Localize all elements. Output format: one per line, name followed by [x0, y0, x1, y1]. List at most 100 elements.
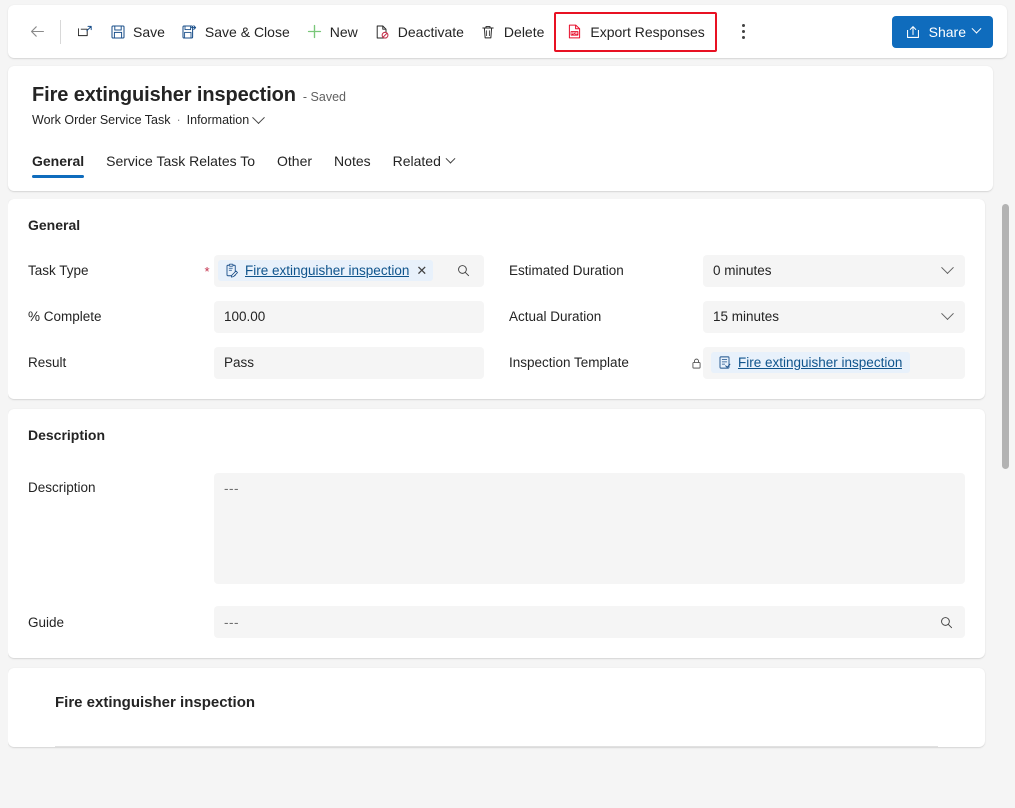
- description-textarea[interactable]: ---: [214, 473, 965, 584]
- tab-other[interactable]: Other: [277, 153, 312, 178]
- field-guide: Guide ---: [28, 606, 965, 638]
- actual-duration-select[interactable]: 15 minutes: [703, 301, 965, 333]
- share-icon: [905, 23, 922, 40]
- inspection-template-value[interactable]: Fire extinguisher inspection: [738, 355, 902, 370]
- estimated-duration-select[interactable]: 0 minutes: [703, 255, 965, 287]
- chevron-down-icon[interactable]: [933, 257, 961, 285]
- guide-search-icon[interactable]: [933, 609, 959, 635]
- percent-complete-label: % Complete: [28, 308, 102, 324]
- page-title: Fire extinguisher inspection: [32, 84, 296, 106]
- open-in-new-window-button[interactable]: [70, 15, 101, 49]
- toolbar-divider: [60, 19, 61, 44]
- field-inspection-template: Inspection Template Fire extinguisher in…: [509, 347, 965, 379]
- form-scrollbar-thumb[interactable]: [1002, 204, 1009, 469]
- task-type-lookup[interactable]: Fire extinguisher inspection ✕: [214, 255, 484, 287]
- trash-icon: [480, 23, 497, 40]
- guide-lookup[interactable]: ---: [214, 606, 965, 638]
- form-name-label: Information: [186, 113, 250, 127]
- clear-task-type-icon[interactable]: ✕: [415, 264, 428, 277]
- save-button[interactable]: Save: [101, 15, 173, 49]
- description-label: Description: [28, 480, 96, 495]
- inspection-section-card: Fire extinguisher inspection: [8, 668, 985, 747]
- entity-name: Work Order Service Task: [32, 113, 171, 127]
- field-description: Description ---: [28, 473, 965, 584]
- task-type-label: Task Type: [28, 262, 89, 278]
- result-value: Pass: [224, 355, 255, 370]
- chevron-down-icon: [252, 110, 266, 124]
- ellipsis-dot: [742, 36, 746, 39]
- deactivate-icon: [374, 23, 391, 40]
- save-and-close-button[interactable]: Save & Close: [173, 15, 298, 49]
- result-label: Result: [28, 354, 67, 370]
- tab-label: General: [32, 153, 85, 169]
- new-button[interactable]: New: [298, 15, 366, 49]
- form-tabs: General Service Task Relates To Other No…: [32, 142, 969, 178]
- record-title-row: Fire extinguisher inspection - Saved: [32, 84, 969, 107]
- required-indicator: *: [204, 263, 210, 279]
- tab-service-task-relates-to[interactable]: Service Task Relates To: [106, 153, 255, 178]
- field-percent-complete: % Complete 100.00: [28, 301, 484, 333]
- pdf-icon: PDF: [566, 23, 583, 40]
- breadcrumb: Work Order Service Task · Information: [32, 110, 969, 127]
- deactivate-button[interactable]: Deactivate: [366, 15, 472, 49]
- save-label: Save: [133, 23, 165, 40]
- export-responses-highlight: PDF Export Responses: [554, 11, 717, 52]
- breadcrumb-separator: ·: [176, 113, 181, 127]
- tab-notes[interactable]: Notes: [334, 153, 371, 178]
- inspection-divider: [55, 746, 938, 747]
- export-responses-button[interactable]: PDF Export Responses: [558, 15, 712, 49]
- svg-text:PDF: PDF: [572, 32, 579, 36]
- tab-related[interactable]: Related: [393, 153, 456, 178]
- inspection-template-label: Inspection Template: [509, 354, 629, 370]
- delete-label: Delete: [503, 23, 545, 40]
- general-section-title: General: [28, 217, 81, 233]
- task-type-search-icon[interactable]: [450, 258, 476, 284]
- save-close-icon: [181, 23, 198, 40]
- lock-icon: [689, 357, 703, 370]
- form-body: General Task Type * Fire extinguisher in…: [8, 199, 1007, 808]
- guide-label: Guide: [28, 614, 65, 630]
- general-section-card: General Task Type * Fire extinguisher in…: [8, 199, 985, 399]
- percent-complete-input[interactable]: 100.00: [214, 301, 484, 333]
- share-label: Share: [928, 23, 966, 40]
- new-label: New: [329, 23, 358, 40]
- task-type-entity-icon: [224, 263, 239, 278]
- inspection-template-pill[interactable]: Fire extinguisher inspection: [711, 352, 911, 373]
- description-value: ---: [224, 481, 239, 496]
- guide-value: ---: [224, 614, 239, 630]
- field-result: Result Pass: [28, 347, 484, 379]
- task-type-value[interactable]: Fire extinguisher inspection: [245, 263, 409, 278]
- general-right-column: Estimated Duration 0 minutes Actual Dura…: [509, 255, 965, 379]
- field-task-type: Task Type * Fire extinguisher inspection…: [28, 255, 484, 287]
- inspection-template-entity-icon: [717, 355, 732, 370]
- save-status: - Saved: [302, 90, 347, 104]
- chevron-down-icon: [971, 23, 982, 34]
- estimated-duration-label: Estimated Duration: [509, 262, 624, 278]
- field-actual-duration: Actual Duration 15 minutes: [509, 301, 965, 333]
- tab-general[interactable]: General: [32, 153, 85, 178]
- actual-duration-value: 15 minutes: [713, 309, 780, 324]
- tab-label: Service Task Relates To: [106, 153, 256, 169]
- more-commands-button[interactable]: [729, 17, 759, 47]
- popout-icon: [77, 23, 94, 40]
- task-type-pill[interactable]: Fire extinguisher inspection ✕: [218, 260, 434, 281]
- back-button[interactable]: [22, 17, 52, 47]
- save-close-label: Save & Close: [204, 23, 290, 40]
- share-button[interactable]: Share: [891, 15, 993, 48]
- result-input[interactable]: Pass: [214, 347, 484, 379]
- export-responses-label: Export Responses: [590, 23, 705, 40]
- inspection-template-lookup[interactable]: Fire extinguisher inspection: [703, 347, 965, 379]
- percent-complete-value: 100.00: [224, 309, 266, 324]
- description-section-card: Description Description --- Guide ---: [8, 409, 985, 658]
- ellipsis-dot: [742, 30, 746, 33]
- tab-label: Other: [277, 153, 313, 169]
- chevron-down-icon[interactable]: [933, 303, 961, 331]
- deactivate-label: Deactivate: [397, 23, 464, 40]
- tab-label: Notes: [334, 153, 371, 169]
- actual-duration-label: Actual Duration: [509, 308, 602, 324]
- form-scrollbar-track[interactable]: [998, 199, 1012, 808]
- save-icon: [109, 23, 126, 40]
- field-estimated-duration: Estimated Duration 0 minutes: [509, 255, 965, 287]
- form-selector[interactable]: Information: [186, 110, 266, 127]
- delete-button[interactable]: Delete: [472, 15, 552, 49]
